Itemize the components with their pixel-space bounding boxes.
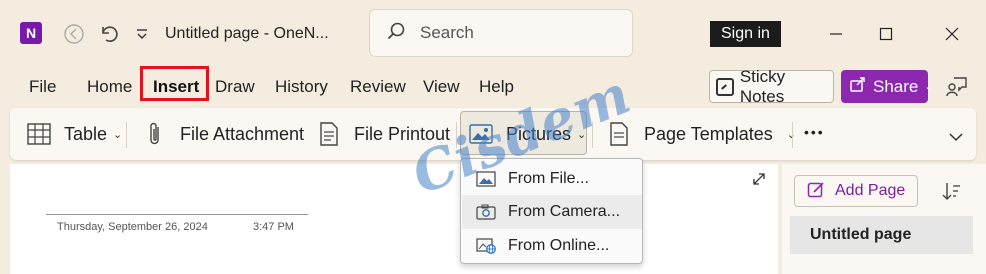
- window-title: Untitled page - OneN...: [165, 25, 329, 42]
- undo-icon[interactable]: [94, 20, 122, 48]
- onenote-logo-icon: N: [20, 22, 42, 44]
- menu-item-from-file[interactable]: From File...: [462, 162, 642, 196]
- table-icon: [26, 121, 52, 147]
- from-file-label: From File...: [508, 170, 589, 187]
- file-attachment-button[interactable]: File Attachment: [142, 108, 304, 160]
- file-printout-label: File Printout: [354, 123, 451, 144]
- file-attachment-label: File Attachment: [180, 123, 305, 144]
- menu-help[interactable]: Help: [479, 77, 514, 97]
- online-picture-icon: [476, 237, 496, 255]
- maximize-icon[interactable]: [872, 20, 900, 48]
- page-canvas[interactable]: [10, 164, 778, 274]
- menu-draw[interactable]: Draw: [215, 77, 255, 97]
- title-bar: N Untitled page - OneN... Search Sign in: [0, 0, 986, 66]
- sign-in-button[interactable]: Sign in: [710, 21, 781, 47]
- chevron-down-icon: ⌄: [113, 128, 123, 141]
- file-printout-button[interactable]: File Printout: [316, 108, 450, 160]
- share-label: Share: [873, 76, 919, 96]
- sticky-note-icon: [716, 77, 734, 96]
- sticky-notes-button[interactable]: Sticky Notes: [709, 67, 834, 106]
- picture-icon: [468, 121, 494, 147]
- page-date: Thursday, September 26, 2024: [57, 221, 208, 233]
- sticky-notes-label: Sticky Notes: [739, 66, 786, 106]
- search-box[interactable]: Search: [369, 9, 633, 57]
- page-time: 3:47 PM: [253, 221, 294, 233]
- pictures-dropdown-menu: From File... From Camera... From Online.…: [460, 158, 643, 264]
- chevron-down-icon: ⌄: [577, 128, 587, 141]
- ribbon-separator: [792, 122, 793, 148]
- from-camera-label: From Camera...: [508, 203, 621, 220]
- expand-icon[interactable]: [748, 168, 770, 190]
- menu-item-from-camera[interactable]: From Camera...: [462, 195, 642, 229]
- printout-icon: [316, 121, 342, 147]
- page-list-item[interactable]: Untitled page: [790, 216, 973, 254]
- add-page-label: Add Page: [835, 182, 906, 199]
- share-icon: [849, 75, 867, 98]
- sort-icon[interactable]: [938, 178, 964, 204]
- ribbon-separator: [126, 122, 127, 148]
- ribbon-separator: [456, 122, 457, 148]
- camera-icon: [476, 203, 496, 221]
- ribbon-separator: [592, 122, 593, 148]
- page-templates-label: Page Templates: [644, 123, 773, 144]
- more-options-button[interactable]: •••: [804, 106, 825, 158]
- pictures-label: Pictures: [506, 123, 572, 144]
- menu-file[interactable]: File: [29, 77, 56, 97]
- quick-access-dropdown-icon[interactable]: [128, 20, 156, 48]
- from-online-label: From Online...: [508, 237, 610, 254]
- minimize-icon[interactable]: [822, 20, 850, 48]
- page-template-icon: [606, 121, 632, 147]
- insert-highlight-box: [140, 66, 209, 101]
- table-label: Table: [64, 123, 108, 144]
- title-underline: [46, 214, 308, 215]
- picture-file-icon: [476, 170, 496, 188]
- menu-history[interactable]: History: [275, 77, 328, 97]
- menu-review[interactable]: Review: [350, 77, 406, 97]
- feedback-icon[interactable]: [943, 72, 971, 100]
- search-placeholder: Search: [420, 23, 474, 42]
- add-page-button[interactable]: Add Page: [794, 175, 918, 207]
- share-button[interactable]: Share ⌄: [841, 70, 934, 103]
- page-templates-button[interactable]: Page Templates ⌄: [606, 108, 796, 160]
- close-icon[interactable]: [938, 20, 966, 48]
- menu-view[interactable]: View: [423, 77, 460, 97]
- menu-item-from-online[interactable]: From Online...: [462, 229, 642, 263]
- ribbon-expand-chevron-icon[interactable]: [948, 117, 964, 157]
- search-icon: [386, 21, 408, 46]
- back-icon[interactable]: [60, 20, 88, 48]
- paperclip-icon: [142, 121, 168, 147]
- add-page-icon: [807, 180, 825, 203]
- menu-home[interactable]: Home: [87, 77, 132, 97]
- table-button[interactable]: Table ⌄: [26, 108, 122, 160]
- chevron-down-icon: ⌄: [924, 81, 934, 93]
- pictures-button[interactable]: Pictures ⌄: [468, 108, 586, 160]
